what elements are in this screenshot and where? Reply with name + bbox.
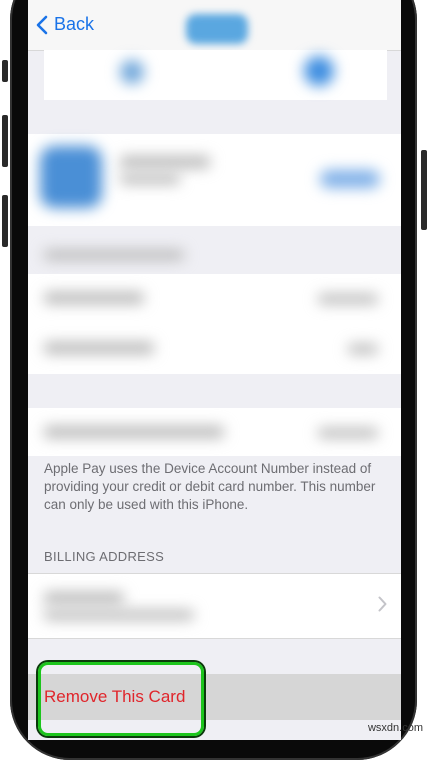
- mute-switch: [2, 60, 8, 82]
- app-icon: [40, 146, 102, 208]
- nav-title-blurred: [186, 14, 248, 44]
- volume-down-button: [2, 195, 8, 247]
- screen: Back Apple Pay uses the Device Account N…: [28, 0, 401, 740]
- billing-address-header: BILLING ADDRESS: [44, 549, 165, 564]
- back-label: Back: [54, 14, 95, 34]
- highlight-box: [38, 662, 204, 736]
- side-button: [421, 150, 427, 230]
- watermark: wsxdn.com: [367, 722, 423, 734]
- phone-frame: Back Apple Pay uses the Device Account N…: [0, 0, 429, 760]
- back-button[interactable]: Back: [36, 14, 94, 35]
- chevron-left-icon: [36, 15, 48, 34]
- device-account-number-blurred: [28, 408, 401, 456]
- billing-address-row[interactable]: [28, 573, 401, 639]
- phone-icon: [120, 60, 144, 84]
- card-actions-blurred: [44, 50, 387, 100]
- volume-up-button: [2, 115, 8, 167]
- card-details-blurred: [28, 274, 401, 374]
- open-button-blurred: [320, 170, 380, 188]
- navigation-bar: Back: [28, 0, 401, 51]
- app-row-blurred: [28, 134, 401, 226]
- device-account-note: Apple Pay uses the Device Account Number…: [44, 461, 376, 512]
- message-icon: [304, 56, 334, 86]
- chevron-right-icon: [378, 596, 387, 612]
